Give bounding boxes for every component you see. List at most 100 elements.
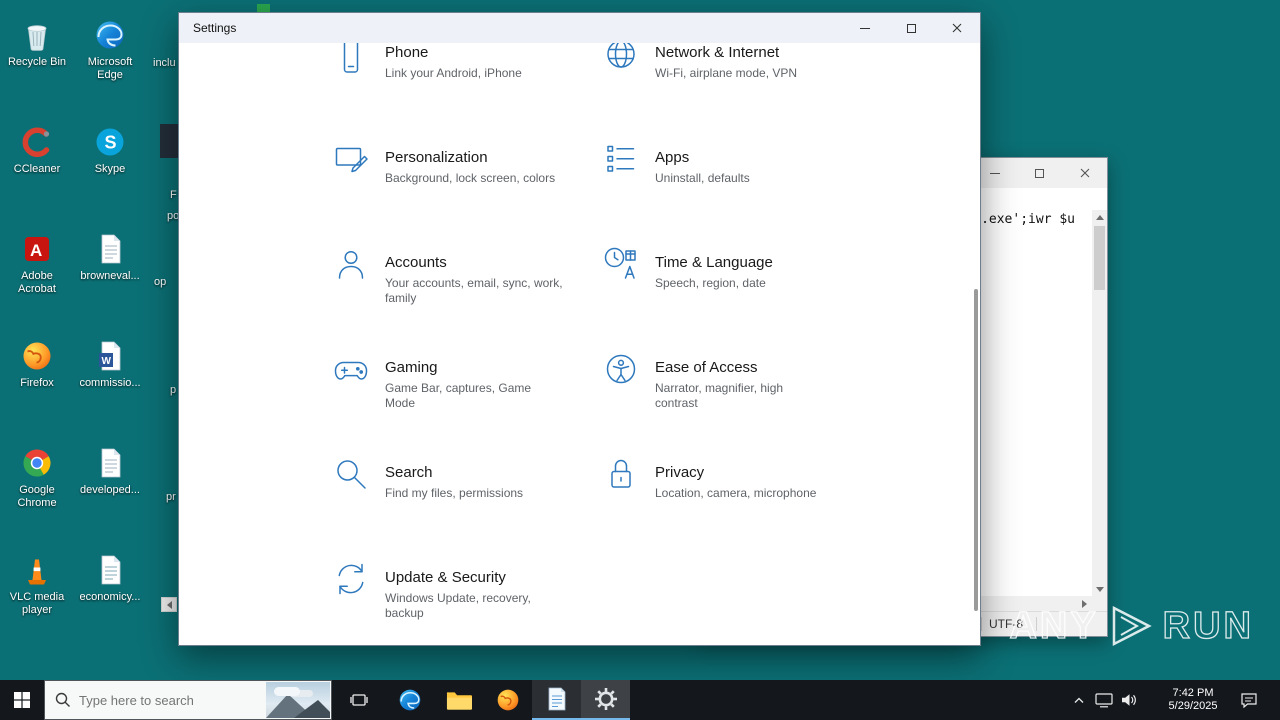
weather-mountain (294, 700, 330, 718)
desktop-icon-commissio[interactable]: W commissio... (74, 339, 146, 390)
settings-maximize-button[interactable] (888, 13, 934, 43)
settings-tile-accounts[interactable]: Accounts Your accounts, email, sync, wor… (331, 250, 563, 306)
settings-tile-update-security[interactable]: Update & Security Windows Update, recove… (331, 563, 545, 621)
firefox-taskbar-button[interactable] (483, 680, 532, 720)
edge-icon (96, 21, 124, 49)
desktop-icon-skype[interactable]: S Skype (74, 125, 146, 176)
file-explorer-taskbar-button[interactable] (434, 680, 483, 720)
task-view-button[interactable] (336, 680, 382, 720)
settings-scrollbar-thumb[interactable] (974, 289, 978, 611)
settings-taskbar-button[interactable] (581, 680, 630, 720)
tile-title: Time & Language (655, 254, 773, 271)
accounts-icon (331, 244, 371, 284)
document-icon (101, 448, 121, 478)
tray-expand-chevron[interactable] (1070, 680, 1088, 720)
settings-minimize-button[interactable] (842, 13, 888, 43)
settings-tile-search[interactable]: Search Find my files, permissions (331, 460, 563, 501)
tile-title: Gaming (385, 359, 438, 376)
svg-text:W: W (102, 356, 112, 367)
tile-title: Phone (385, 44, 429, 61)
ease-of-access-icon (601, 349, 641, 389)
tile-subtitle: Location, camera, microphone (655, 486, 817, 500)
vertical-scroll-thumb[interactable] (1094, 226, 1105, 290)
notepad-close-button[interactable] (1062, 158, 1107, 188)
document-icon (101, 555, 121, 585)
gear-icon (594, 688, 617, 710)
desktop-icon-label: Microsoft Edge (87, 56, 133, 81)
tile-subtitle: Your accounts, email, sync, work, family (385, 276, 563, 305)
task-view-icon (350, 694, 368, 706)
desktop-icon-vlc[interactable]: VLC media player (1, 553, 73, 617)
notepad-vertical-scrollbar[interactable] (1092, 210, 1107, 596)
personalization-icon (331, 139, 371, 179)
file-explorer-icon (446, 691, 472, 710)
settings-tile-privacy[interactable]: Privacy Location, camera, microphone (601, 459, 833, 501)
notepad-visible-text: n.exe';iwr $u (973, 212, 1075, 227)
apps-icon (601, 139, 641, 179)
settings-tile-network-internet[interactable]: Network & Internet Wi-Fi, airplane mode,… (601, 43, 833, 81)
scroll-left-arrow[interactable] (161, 597, 177, 612)
settings-titlebar[interactable]: Settings (179, 13, 980, 43)
search-input[interactable] (79, 692, 247, 708)
desktop-icon-label: Firefox (20, 377, 54, 389)
desktop-icon-label: commissio... (79, 377, 141, 389)
window-title: Settings (193, 21, 237, 35)
desktop-icon-label: developed... (80, 484, 140, 496)
tile-title: Search (385, 464, 433, 481)
desktop-icon-adobe-acrobat[interactable]: A Adobe Acrobat (1, 232, 73, 296)
desktop-icon-developed[interactable]: developed... (74, 446, 146, 497)
tile-subtitle: Find my files, permissions (385, 486, 524, 500)
settings-tile-apps[interactable]: Apps Uninstall, defaults (601, 145, 833, 186)
settings-tile-gaming[interactable]: Gaming Game Bar, captures, Game Mode (331, 358, 540, 411)
desktop-icon-label: Recycle Bin (7, 56, 67, 68)
settings-home-grid: Phone Link your Android, iPhone Network … (179, 43, 980, 645)
desktop-label-fragment: pr (166, 491, 176, 503)
tile-title: Update & Security (385, 569, 506, 586)
tile-subtitle: Narrator, magnifier, high contrast (655, 381, 784, 410)
google-chrome-icon (23, 449, 51, 477)
taskbar-clock[interactable]: 7:42 PM 5/29/2025 (1162, 680, 1224, 720)
tile-subtitle: Windows Update, recovery, backup (385, 591, 531, 620)
desktop-icon-browneval[interactable]: browneval... (74, 232, 146, 283)
network-tray-icon[interactable] (1093, 680, 1115, 720)
search-icon (331, 454, 371, 494)
settings-tile-personalization[interactable]: Personalization Background, lock screen,… (331, 147, 563, 186)
desktop-icon-microsoft-edge[interactable]: Microsoft Edge (74, 18, 146, 82)
start-button[interactable] (0, 680, 44, 720)
settings-tile-phone[interactable]: Phone Link your Android, iPhone (331, 43, 563, 81)
svg-text:A: A (30, 241, 42, 260)
volume-tray-icon[interactable] (1118, 680, 1140, 720)
tile-title: Ease of Access (655, 359, 758, 376)
word-document-icon: W (99, 341, 121, 371)
close-icon (1080, 168, 1089, 178)
taskbar: 7:42 PM 5/29/2025 (0, 680, 1280, 720)
tile-subtitle: Link your Android, iPhone (385, 66, 522, 80)
desktop-icon-recycle-bin[interactable]: Recycle Bin (1, 18, 73, 69)
settings-close-button[interactable] (934, 13, 980, 43)
skype-icon: S (96, 128, 124, 156)
desktop-icon-economicy[interactable]: economicy... (74, 553, 146, 604)
settings-tile-time-language[interactable]: Time & Language Speech, region, date (601, 247, 833, 291)
watermark-text-right: RUN (1162, 604, 1254, 647)
tile-title: Network & Internet (655, 44, 780, 61)
desktop-label-fragment: p (170, 384, 177, 396)
scroll-down-arrow[interactable] (1092, 582, 1107, 596)
notepad-taskbar-button[interactable] (532, 680, 581, 720)
desktop-icon-google-chrome[interactable]: Google Chrome (1, 446, 73, 510)
action-center-button[interactable] (1230, 680, 1268, 720)
tile-subtitle: Uninstall, defaults (655, 171, 750, 185)
desktop-icon-ccleaner[interactable]: CCleaner (1, 125, 73, 176)
clock-time: 7:42 PM (1172, 687, 1214, 699)
notepad-maximize-button[interactable] (1017, 158, 1062, 188)
settings-tile-ease-of-access[interactable]: Ease of Access Narrator, magnifier, high… (601, 354, 805, 411)
scroll-up-arrow[interactable] (1092, 210, 1107, 224)
tile-subtitle: Speech, region, date (655, 276, 766, 290)
vlc-icon (28, 559, 46, 585)
edge-taskbar-button[interactable] (385, 680, 434, 720)
weather-widget[interactable] (266, 682, 330, 718)
svg-text:S: S (105, 133, 117, 153)
tile-subtitle: Game Bar, captures, Game Mode (385, 381, 532, 410)
desktop-icon-firefox[interactable]: Firefox (1, 339, 73, 390)
taskbar-search-box[interactable] (44, 680, 332, 720)
desktop-label-fragment: inclu (153, 57, 176, 69)
